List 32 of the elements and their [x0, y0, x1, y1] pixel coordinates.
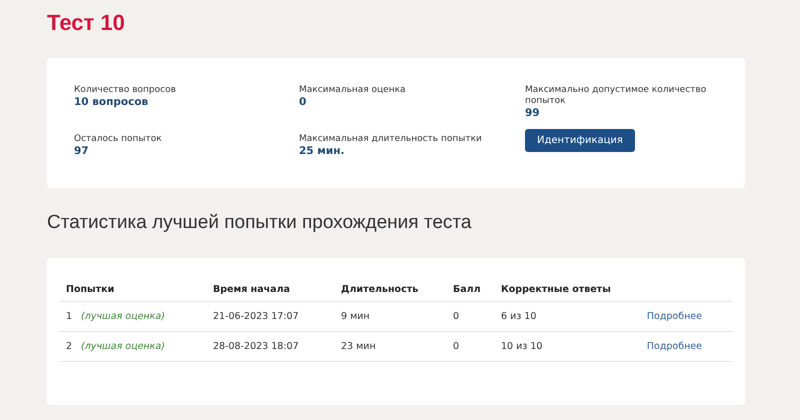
- table-cell: 0: [447, 332, 495, 362]
- best-score-note: (лучшая оценка): [81, 311, 165, 322]
- table-cell: 23 мин: [335, 332, 447, 362]
- table-cell: 21-06-2023 17:07: [207, 302, 335, 332]
- info-label: Количество вопросов: [74, 85, 177, 96]
- table-cell: 28-08-2023 18:07: [207, 332, 335, 362]
- info-value: 0: [299, 96, 308, 109]
- column-header: Балл: [447, 280, 495, 302]
- column-header: Корректные ответы: [495, 280, 631, 302]
- details-link[interactable]: Подробнее: [646, 311, 702, 322]
- table-cell: 0: [447, 302, 495, 332]
- identification-button[interactable]: Идентификация: [525, 129, 635, 152]
- attempt-number: 2: [66, 341, 72, 352]
- info-value: 97: [74, 145, 90, 158]
- section-heading: Статистика лучшей попытки прохождения теста: [47, 211, 472, 235]
- details-link[interactable]: Подробнее: [646, 341, 702, 352]
- info-label: Максимальная длительность попытки: [299, 134, 483, 145]
- info-value: 10 вопросов: [74, 96, 150, 109]
- table-cell: 9 мин: [335, 302, 447, 332]
- column-header: Длительность: [335, 280, 447, 302]
- column-header: Время начала: [207, 280, 335, 302]
- info-label: Максимальная оценка: [299, 85, 407, 96]
- info-value: 99: [525, 107, 541, 120]
- table-cell: 10 из 10: [495, 332, 631, 362]
- info-label: Осталось попыток: [74, 134, 163, 145]
- info-label: Максимально допустимое количество попыток: [525, 85, 708, 107]
- table-cell: 6 из 10: [495, 302, 631, 332]
- attempt-number: 1: [66, 311, 72, 322]
- info-value: 25 мин.: [299, 145, 346, 158]
- best-score-note: (лучшая оценка): [81, 341, 165, 352]
- page-title: Тест 10: [47, 9, 126, 37]
- column-header: Попытки: [60, 280, 207, 302]
